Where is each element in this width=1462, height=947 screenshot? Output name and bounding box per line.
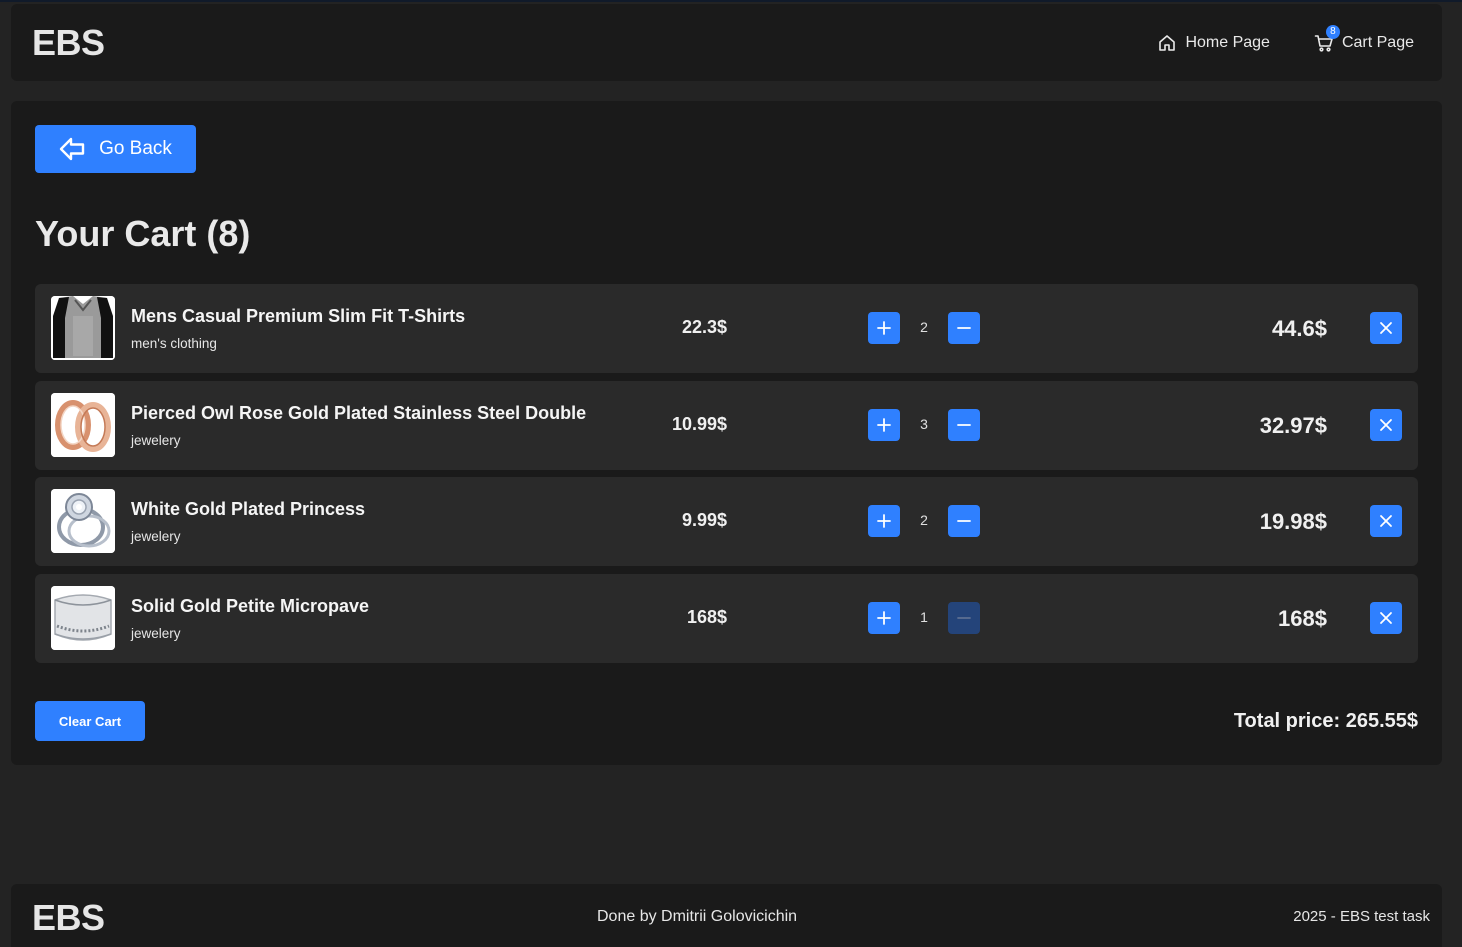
line-total: 19.98$ [1259,509,1327,534]
minus-icon [957,327,971,329]
nav-cart-label: Cart Page [1341,33,1414,51]
nav-cart-link[interactable]: 8 Cart Page [1314,24,1414,53]
logo[interactable]: EBS [32,22,105,64]
product-title[interactable]: White Gold Plated Princess [131,499,365,520]
cart-item: White Gold Plated Princess jewelery 9.99… [35,477,1418,566]
product-thumbnail [51,489,115,553]
clear-cart-button[interactable]: Clear Cart [35,701,145,741]
remove-item-button[interactable] [1370,312,1402,344]
footer-logo: EBS [32,897,105,938]
main-nav: Home Page 8 Cart Page [1157,24,1414,53]
unit-price: 9.99$ [681,510,727,530]
remove-item-button[interactable] [1370,601,1402,634]
close-icon [1380,322,1392,334]
increase-quantity-button[interactable] [868,601,900,634]
arrow-left-icon [59,137,85,161]
increase-quantity-button[interactable] [868,505,900,537]
quantity-value: 2 [920,319,928,335]
cart-list: Mens Casual Premium Slim Fit T-Shirts me… [35,284,1418,670]
quantity-value: 1 [920,608,928,625]
line-total: 32.97$ [1259,412,1327,438]
app-header: EBS Home Page 8 Cart Page [11,4,1442,81]
product-title[interactable]: Mens Casual Premium Slim Fit T-Shirts [131,306,465,327]
app-footer: EBS Done by Dmitrii Golovicichin 2025 - … [11,884,1442,947]
close-icon [1380,611,1392,624]
cart-item: Solid Gold Petite Micropave jewelery 168… [35,573,1418,663]
plus-icon [877,417,891,432]
decrease-quantity-button[interactable] [948,312,980,344]
product-category: men's clothing [131,336,217,351]
footer-credit: Done by Dmitrii Golovicichin [597,908,798,925]
cart-count-badge: 8 [1325,24,1340,39]
increase-quantity-button[interactable] [868,408,900,441]
product-thumbnail [51,296,115,360]
product-thumbnail [51,585,115,650]
product-category: jewelery [131,625,181,641]
product-title[interactable]: Pierced Owl Rose Gold Plated Stainless S… [131,403,586,424]
product-title[interactable]: Solid Gold Petite Micropave [131,596,369,617]
unit-price: 10.99$ [671,413,727,434]
page-title: Your Cart (8) [35,213,251,254]
cart-panel: Go Back Your Cart (8) Mens Casual Premiu… [11,101,1442,765]
close-icon [1380,418,1392,431]
minus-icon [957,520,971,522]
minus-icon [957,423,971,426]
cart-item: Pierced Owl Rose Gold Plated Stainless S… [35,380,1418,470]
go-back-label: Go Back [99,138,172,159]
plus-icon [877,514,891,528]
product-thumbnail [51,392,115,457]
cart-item: Mens Casual Premium Slim Fit T-Shirts me… [35,284,1418,373]
nav-home-link[interactable]: Home Page [1157,33,1270,53]
increase-quantity-button[interactable] [868,312,900,344]
plus-icon [877,321,891,335]
home-icon [1157,33,1177,53]
minus-icon [957,616,971,619]
plus-icon [877,610,891,625]
close-icon [1380,515,1392,527]
product-category: jewelery [131,529,181,544]
cart-icon: 8 [1314,24,1340,53]
decrease-quantity-button[interactable] [948,505,980,537]
line-total: 168$ [1278,605,1327,631]
remove-item-button[interactable] [1370,408,1402,441]
remove-item-button[interactable] [1370,505,1402,537]
top-accent-line [0,0,1462,2]
quantity-value: 2 [920,512,928,528]
go-back-button[interactable]: Go Back [35,125,196,173]
total-price: Total price: 265.55$ [1233,710,1418,732]
unit-price: 168$ [686,606,727,627]
quantity-value: 3 [920,415,928,432]
line-total: 44.6$ [1271,316,1327,341]
product-category: jewelery [131,432,181,448]
decrease-quantity-button[interactable] [948,408,980,441]
footer-copyright: 2025 - EBS test task [1293,908,1430,925]
unit-price: 22.3$ [681,317,727,337]
decrease-quantity-button[interactable] [948,601,980,634]
nav-home-label: Home Page [1185,33,1270,51]
